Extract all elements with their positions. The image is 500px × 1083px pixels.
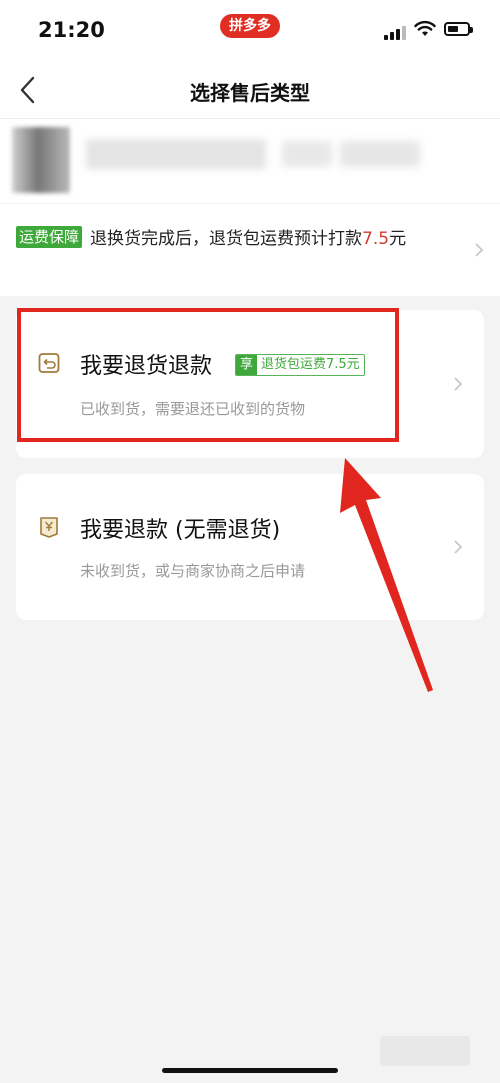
corner-blur (380, 1036, 470, 1066)
annotation-arrow-icon (340, 458, 433, 692)
home-indicator (162, 1068, 338, 1073)
